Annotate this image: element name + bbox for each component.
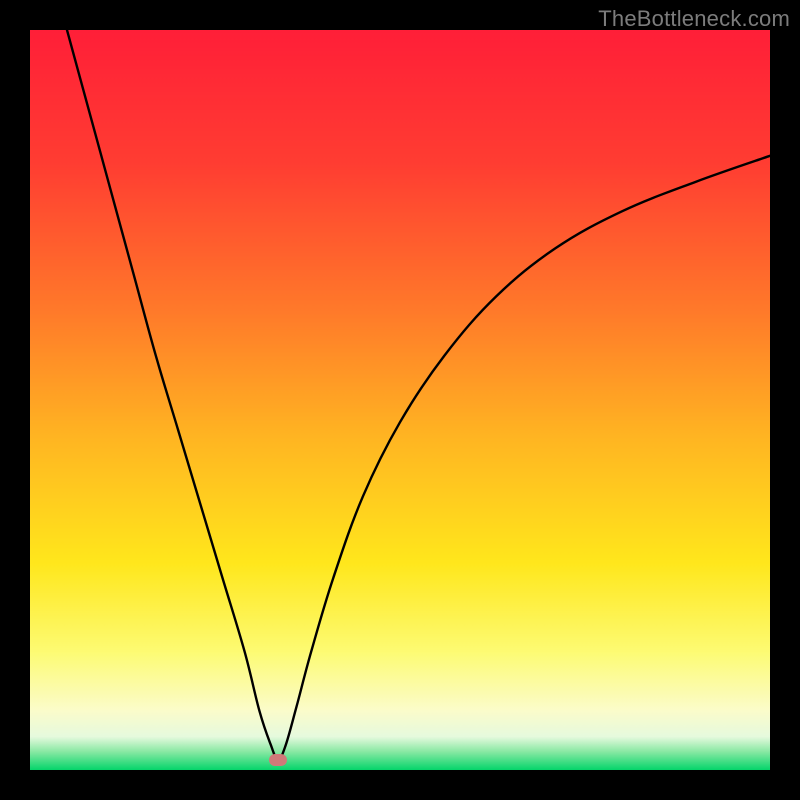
optimal-point-marker bbox=[269, 754, 287, 766]
bottleneck-curve bbox=[67, 30, 770, 760]
chart-frame bbox=[30, 30, 770, 770]
curve-layer bbox=[30, 30, 770, 770]
watermark-text: TheBottleneck.com bbox=[598, 6, 790, 32]
